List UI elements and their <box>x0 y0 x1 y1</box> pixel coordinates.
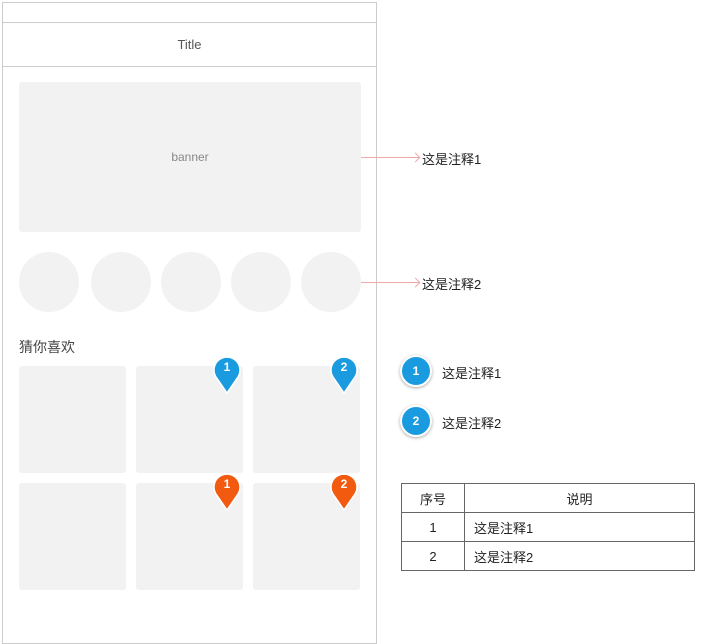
phone-mockup: Title banner 猜你喜欢 <box>2 2 377 644</box>
pin-number: 1 <box>223 360 231 374</box>
banner-label: banner <box>171 150 209 164</box>
number-badge-icon: 1 <box>400 355 432 387</box>
table-row: 1 这是注释1 <box>401 512 695 542</box>
product-card-4[interactable] <box>19 483 126 590</box>
annotation-note-1: 这是注释1 <box>422 152 482 167</box>
map-pin-orange-2-icon: 2 <box>329 472 359 512</box>
map-pin-blue-2-icon: 2 <box>329 355 359 395</box>
page-title: Title <box>177 37 202 52</box>
column-header-description: 说明 <box>464 483 695 513</box>
badge-note-1: 这是注释1 <box>442 366 502 381</box>
map-pin-orange-1-icon: 1 <box>212 472 242 512</box>
pin-number: 2 <box>340 360 348 374</box>
row-description: 这是注释2 <box>464 541 695 571</box>
pin-number: 2 <box>340 477 348 491</box>
pin-number: 1 <box>223 477 231 491</box>
category-circle-2[interactable] <box>91 252 151 312</box>
status-bar <box>3 3 376 23</box>
map-pin-blue-1-icon: 1 <box>212 355 242 395</box>
nav-bar: Title <box>3 23 376 67</box>
table-header-row: 序号 说明 <box>401 483 695 513</box>
category-circle-5[interactable] <box>301 252 361 312</box>
category-circle-4[interactable] <box>231 252 291 312</box>
row-number: 2 <box>401 541 465 571</box>
number-badge-icon: 2 <box>400 405 432 437</box>
row-number: 1 <box>401 512 465 542</box>
badge-note-2: 这是注释2 <box>442 416 502 431</box>
product-card-1[interactable] <box>19 366 126 473</box>
arrow-head-icon <box>410 277 421 288</box>
column-header-number: 序号 <box>401 483 465 513</box>
arrow-head-icon <box>410 152 421 163</box>
category-circle-1[interactable] <box>19 252 79 312</box>
table-row: 2 这是注释2 <box>401 541 695 571</box>
category-circle-3[interactable] <box>161 252 221 312</box>
annotation-note-2: 这是注释2 <box>422 277 482 292</box>
annotation-table: 序号 说明 1 这是注释1 2 这是注释2 <box>401 483 695 571</box>
section-title: 猜你喜欢 <box>19 339 75 355</box>
banner[interactable]: banner <box>19 82 361 232</box>
row-description: 这是注释1 <box>464 512 695 542</box>
